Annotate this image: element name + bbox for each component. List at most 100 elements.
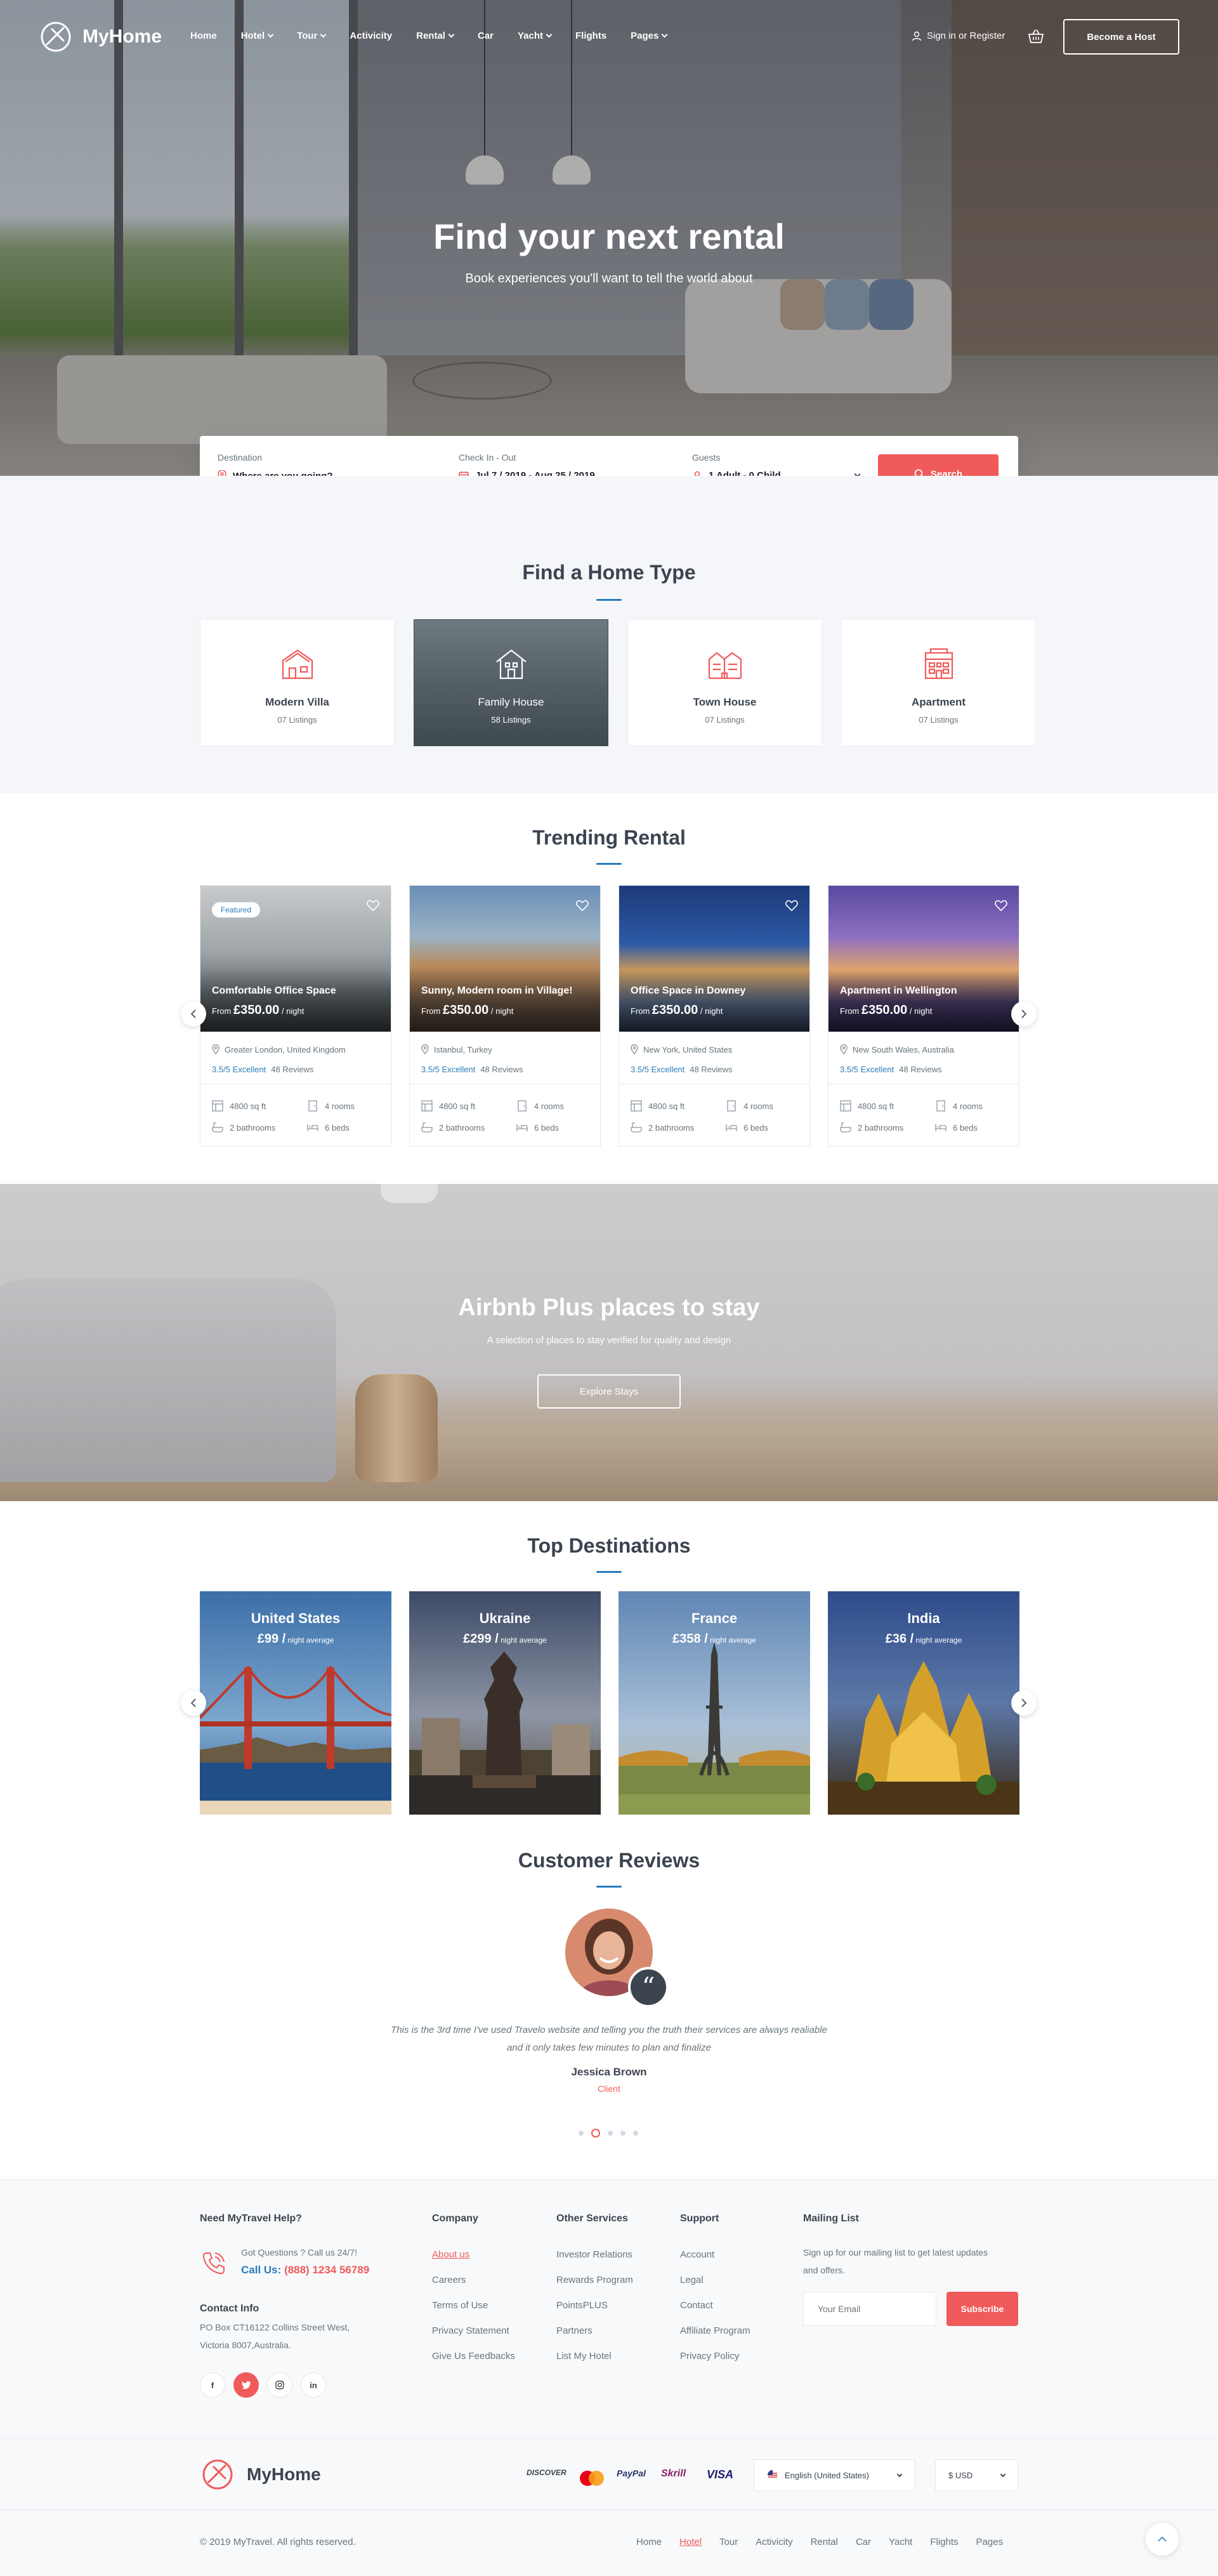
nav-item-hotel[interactable]: Hotel [241, 30, 274, 41]
rental-title[interactable]: Sunny, Modern room in Village! [421, 985, 573, 997]
instagram-icon[interactable] [267, 2372, 292, 2398]
linkedin-icon[interactable]: in [301, 2372, 326, 2398]
heart-icon[interactable] [995, 900, 1007, 911]
hero-subtitle: Book experiences you'll want to tell the… [465, 272, 753, 286]
pagination-dot[interactable] [579, 2131, 584, 2136]
bottom-nav-link[interactable]: Rental [811, 2537, 838, 2547]
nav-item-rental[interactable]: Rental [416, 30, 455, 41]
home-type-card[interactable]: Apartment 07 Listings [841, 619, 1036, 746]
reviewer-role: Client [598, 2084, 620, 2094]
rental-card[interactable]: Sunny, Modern room in Village! From £350.… [409, 885, 601, 1147]
bottom-nav-link[interactable]: Pages [976, 2537, 1004, 2547]
language-select[interactable]: English (United States) [754, 2459, 915, 2491]
signin-link[interactable]: Sign in or Register [912, 30, 1005, 41]
pagination-dot-active[interactable] [591, 2129, 600, 2138]
footer-link[interactable]: Partners [556, 2325, 593, 2336]
rental-image[interactable]: Featured Comfortable Office Space From £35… [200, 886, 391, 1032]
nav-item-pages[interactable]: Pages [631, 30, 668, 41]
trending-prev-button[interactable] [181, 1001, 206, 1027]
rental-title[interactable]: Office Space in Downey [631, 985, 745, 997]
rental-image[interactable]: Sunny, Modern room in Village! From £350.… [410, 886, 600, 1032]
nav-item-flights[interactable]: Flights [575, 30, 606, 41]
destinations-next-button[interactable] [1011, 1690, 1037, 1716]
bottom-nav-link[interactable]: Home [636, 2537, 662, 2547]
footer-logo[interactable]: MyHome [200, 2457, 321, 2492]
bottom-nav-link[interactable]: Yacht [889, 2537, 912, 2547]
call-label: Call Us: [241, 2264, 282, 2276]
call-number[interactable]: (888) 1234 56789 [284, 2264, 369, 2276]
heart-icon[interactable] [785, 900, 798, 911]
footer-link[interactable]: About us [432, 2249, 469, 2260]
footer-link[interactable]: Privacy Policy [680, 2351, 739, 2362]
home-type-card[interactable]: Town House 07 Listings [627, 619, 822, 746]
destination-name: Ukraine [479, 1610, 531, 1626]
currency-select[interactable]: $ USD [935, 2459, 1018, 2491]
rental-card[interactable]: Apartment in Wellington From £350.00 / ni… [828, 885, 1019, 1147]
footer-link[interactable]: Account [680, 2249, 714, 2260]
pagination-dot[interactable] [633, 2131, 638, 2136]
rental-image[interactable]: Office Space in Downey From £350.00 / nig… [619, 886, 809, 1032]
rental-title[interactable]: Comfortable Office Space [212, 985, 336, 997]
basket-icon[interactable] [1028, 29, 1044, 44]
destination-card[interactable]: Ukraine £299 / night average [409, 1591, 601, 1815]
twitter-icon[interactable] [233, 2372, 259, 2398]
call-us[interactable]: Call Us: (888) 1234 56789 [241, 2264, 369, 2277]
footer-link[interactable]: PointsPLUS [556, 2300, 608, 2311]
bottom-nav-link[interactable]: Car [856, 2537, 871, 2547]
footer-link[interactable]: List My Hotel [556, 2351, 612, 2362]
facebook-icon[interactable]: f [200, 2372, 225, 2398]
nav-item-activicity[interactable]: Activicity [350, 30, 392, 41]
subscribe-button[interactable]: Subscribe [946, 2292, 1018, 2326]
footer-link[interactable]: Rewards Program [556, 2275, 633, 2285]
contact-title: Contact Info [200, 2303, 259, 2314]
footer-link[interactable]: Contact [680, 2300, 713, 2311]
home-type-card[interactable]: Modern Villa 07 Listings [200, 619, 395, 746]
trending-next-button[interactable] [1011, 1001, 1037, 1027]
back-to-top-button[interactable] [1146, 2523, 1179, 2556]
nav-item-home[interactable]: Home [190, 30, 217, 41]
rental-image[interactable]: Apartment in Wellington From £350.00 / ni… [828, 886, 1019, 1032]
home-type-card[interactable]: Family House 58 Listings [414, 619, 608, 746]
pagination-dot[interactable] [608, 2131, 613, 2136]
nav-item-car[interactable]: Car [478, 30, 494, 41]
footer-link[interactable]: Legal [680, 2275, 704, 2285]
rental-card[interactable]: Featured Comfortable Office Space From £35… [200, 885, 391, 1147]
email-input[interactable] [803, 2292, 936, 2326]
rental-feature-area: 4800 sq ft [631, 1100, 684, 1112]
bottom-nav-link[interactable]: Tour [719, 2537, 738, 2547]
rental-title[interactable]: Apartment in Wellington [840, 985, 957, 997]
destinations-prev-button[interactable] [181, 1690, 206, 1716]
explore-stays-button[interactable]: Explore Stays [537, 1374, 681, 1409]
reviewer-name: Jessica Brown [571, 2066, 647, 2078]
become-host-button[interactable]: Become a Host [1063, 19, 1179, 55]
destination-card[interactable]: India £36 / night average [828, 1591, 1019, 1815]
destination-card[interactable]: United States £99 / night average [200, 1591, 391, 1815]
mailing-text: and offers. [803, 2265, 845, 2275]
mailing-title: Mailing List [803, 2213, 859, 2224]
home-type-name: Apartment [911, 696, 966, 708]
bottom-nav-link[interactable]: Flights [930, 2537, 958, 2547]
top-navbar: MyHome Home Hotel Tour Activicity Rental Car Y… [0, 0, 1218, 75]
rental-card[interactable]: Office Space in Downey From £350.00 / nig… [619, 885, 810, 1147]
nav-item-tour[interactable]: Tour [297, 30, 327, 41]
footer-link[interactable]: Terms of Use [432, 2300, 488, 2311]
footer-link[interactable]: Give Us Feedbacks [432, 2351, 515, 2362]
footer-link[interactable]: Affiliate Program [680, 2325, 750, 2336]
nav-item-yacht[interactable]: Yacht [518, 30, 553, 41]
logo[interactable]: MyHome [38, 19, 162, 55]
heart-icon[interactable] [576, 900, 589, 911]
rental-location: New York, United States [631, 1044, 732, 1055]
night-label: / night [490, 1006, 514, 1016]
house-icon [496, 649, 527, 680]
bottom-nav-link[interactable]: Hotel [679, 2537, 702, 2547]
bed-icon [935, 1124, 946, 1131]
destination-card[interactable]: France £358 / night average [619, 1591, 810, 1815]
footer-link[interactable]: Investor Relations [556, 2249, 632, 2260]
feature-text: 4800 sq ft [230, 1101, 266, 1111]
mastercard-icon [577, 2469, 606, 2487]
heart-icon[interactable] [367, 900, 379, 911]
footer-link[interactable]: Privacy Statement [432, 2325, 509, 2336]
footer-link[interactable]: Careers [432, 2275, 466, 2285]
pagination-dot[interactable] [620, 2131, 625, 2136]
bottom-nav-link[interactable]: Activicity [756, 2537, 792, 2547]
